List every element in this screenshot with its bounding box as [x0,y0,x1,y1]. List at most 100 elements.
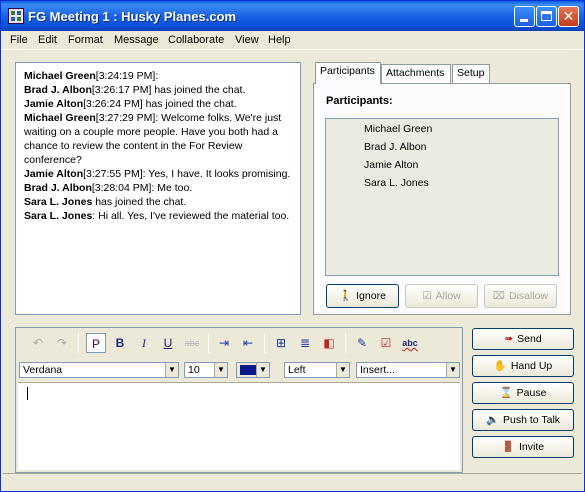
message-sender: Jamie Alton [24,98,84,110]
emoticon-icon[interactable]: ✎ [352,333,372,353]
message-text: [3:24:19 PM]: [95,70,159,82]
minimize-button[interactable] [514,6,535,27]
toolbar-separator [78,333,79,353]
tab-attachments[interactable]: Attachments [381,64,451,83]
maximize-button[interactable] [536,6,557,27]
chat-message: Jamie Alton[3:27:55 PM]: Yes, I have. It… [24,167,292,181]
message-editor: ↶ ↷ P B I U abc ⇥ ⇤ ⊞ ≣ ◧ ✎ ☑ abc Verdan… [15,327,463,473]
text-color-swatch [240,365,256,375]
chat-window: FG Meeting 1 : Husky Planes.com ✕ File E… [0,0,585,492]
message-text: [3:26:24 PM] has joined the chat. [83,98,237,110]
menu-edit[interactable]: Edit [38,34,57,46]
ignore-icon: 🚶 [339,290,353,302]
message-sender: Michael Green [24,112,96,124]
tab-setup[interactable]: Setup [452,64,490,83]
message-sender: Brad J. Albon [24,84,92,96]
ignore-label: Ignore [356,290,386,302]
spellcheck-button[interactable]: abc [400,333,420,353]
chat-transcript[interactable]: Michael Green [3:24:19 PM]: Brad J. Albon… [15,62,301,315]
outdent-icon[interactable]: ⇤ [238,333,258,353]
participant-item[interactable]: Sara L. Jones [364,177,429,189]
title-bar[interactable]: FG Meeting 1 : Husky Planes.com ✕ [1,1,584,31]
app-icon[interactable] [8,8,24,24]
undo-icon[interactable]: ↶ [28,333,48,353]
chat-message: Brad J. Albon[3:28:04 PM]: Me too. [24,181,292,195]
message-sender: Brad J. Albon [24,182,92,194]
ignore-button[interactable]: 🚶 Ignore [326,284,399,308]
insert-table-icon[interactable]: ⊞ [271,333,291,353]
insert-select[interactable]: Insert... ▼ [356,362,460,378]
close-icon: ✕ [562,8,575,24]
alignment-select[interactable]: Left ▼ [284,362,350,378]
chat-message: Brad J. Albon[3:26:17 PM] has joined the… [24,83,292,97]
menu-format[interactable]: Format [68,34,103,46]
list-icon[interactable]: ≣ [295,333,315,353]
hand-up-label: Hand Up [510,360,553,372]
disallow-button[interactable]: ⌧ Disallow [484,284,557,308]
menu-message[interactable]: Message [114,34,159,46]
message-sender: Sara L. Jones [24,196,93,208]
allow-button[interactable]: ☑ Allow [405,284,478,308]
chat-message: Jamie Alton[3:26:24 PM] has joined the c… [24,97,292,111]
menu-collaborate[interactable]: Collaborate [168,34,224,46]
message-input[interactable] [18,382,460,470]
chevron-down-icon: ▼ [214,363,227,377]
allow-icon: ☑ [422,290,432,302]
invite-icon: 🚪 [501,441,515,453]
redo-icon[interactable]: ↷ [52,333,72,353]
checklist-icon[interactable]: ☑ [376,333,396,353]
toolbar-separator [208,333,209,353]
strikethrough-icon[interactable]: abc [182,333,202,353]
format-toolbar: ↶ ↷ P B I U abc ⇥ ⇤ ⊞ ≣ ◧ ✎ ☑ abc [16,328,462,359]
maximize-icon [541,11,552,21]
participants-list[interactable]: Michael Green Brad J. Albon Jamie Alton … [325,118,559,276]
close-button[interactable]: ✕ [558,6,579,27]
hand-up-button[interactable]: ✋ Hand Up [472,355,574,377]
toolbar-separator [345,333,346,353]
alignment-value: Left [288,364,306,376]
insert-object-icon[interactable]: ◧ [319,333,339,353]
font-select[interactable]: Verdana ▼ [19,362,179,378]
tab-participants[interactable]: Participants [315,62,381,84]
window-title: FG Meeting 1 : Husky Planes.com [28,9,237,24]
menu-bar: File Edit Format Message Collaborate Vie… [1,31,584,50]
message-sender: Sara L. Jones [24,210,93,222]
participant-item[interactable]: Michael Green [364,123,432,135]
toolbar-separator [264,333,265,353]
italic-button[interactable]: I [134,333,154,353]
send-icon: ➠ [504,333,514,345]
bold-button[interactable]: B [110,333,130,353]
menu-file[interactable]: File [10,34,28,46]
font-size-select[interactable]: 10 ▼ [184,362,228,378]
participant-item[interactable]: Jamie Alton [364,159,418,171]
chat-message: Michael Green[3:27:29 PM]: Welcome folks… [24,111,292,167]
message-sender: Jamie Alton [24,168,84,180]
send-button[interactable]: ➠ Send [472,328,574,350]
insert-value: Insert... [360,364,396,376]
participants-heading: Participants: [326,95,393,107]
hand-icon: ✋ [493,360,507,372]
invite-button[interactable]: 🚪 Invite [472,436,574,458]
invite-label: Invite [518,441,545,453]
participants-panel: Participants: Michael Green Brad J. Albo… [313,83,571,315]
minimize-icon [520,19,528,22]
text-color-select[interactable]: ▼ [236,362,270,378]
push-to-talk-label: Push to Talk [503,414,561,426]
chat-message: Sara L. Jones: Hi all. Yes, I've reviewe… [24,209,292,223]
send-label: Send [517,333,542,345]
menu-help[interactable]: Help [268,34,291,46]
pause-label: Pause [516,387,547,399]
text-caret [27,387,28,400]
indent-icon[interactable]: ⇥ [214,333,234,353]
underline-button[interactable]: U [158,333,178,353]
push-to-talk-button[interactable]: 🔈 Push to Talk [472,409,574,431]
disallow-label: Disallow [509,290,549,302]
participant-item[interactable]: Brad J. Albon [364,141,426,153]
paragraph-button[interactable]: P [86,333,106,353]
menu-view[interactable]: View [235,34,259,46]
speaker-icon: 🔈 [485,414,500,426]
message-text: : Hi all. Yes, I've reviewed the materia… [92,210,290,222]
pause-button[interactable]: ⌛ Pause [472,382,574,404]
message-text: [3:27:55 PM]: Yes, I have. It looks prom… [83,168,291,180]
status-bar [3,473,582,489]
